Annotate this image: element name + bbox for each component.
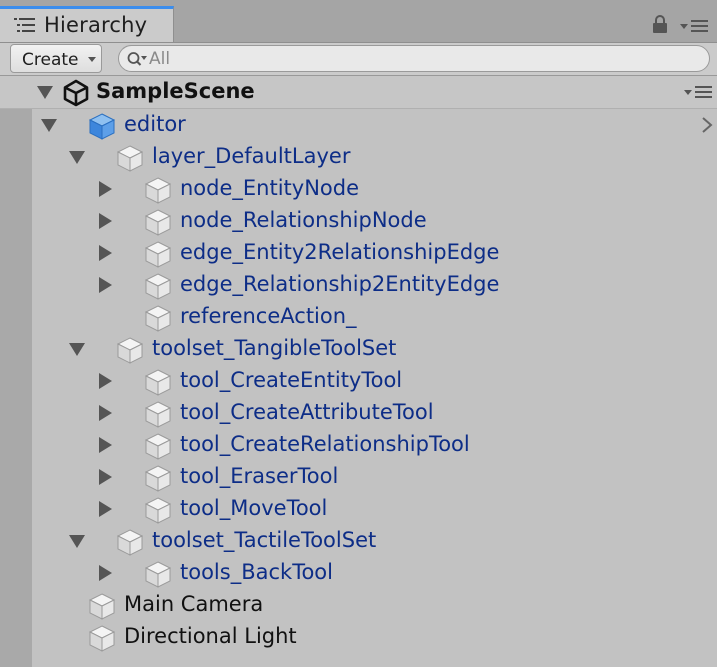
- tree-item-label: node_RelationshipNode: [180, 208, 427, 232]
- tree-item[interactable]: edge_Relationship2EntityEdge: [32, 269, 717, 301]
- indent-gutter: [0, 109, 32, 667]
- foldout-open-icon[interactable]: [69, 343, 85, 356]
- gameobject-cube-icon: [144, 177, 172, 204]
- create-button-label: Create: [22, 50, 79, 70]
- tree-item-label: tool_EraserTool: [180, 464, 339, 488]
- tree-item[interactable]: Directional Light: [32, 621, 717, 653]
- tree-item-label: Main Camera: [124, 592, 264, 616]
- gameobject-cube-icon: [144, 465, 172, 492]
- foldout-closed-icon[interactable]: [99, 181, 112, 197]
- scene-header[interactable]: SampleScene: [0, 76, 717, 109]
- gameobject-cube-icon: [144, 433, 172, 460]
- chevron-right-icon[interactable]: [700, 115, 714, 135]
- tree-item-label: tool_MoveTool: [180, 496, 328, 520]
- foldout-closed-icon[interactable]: [99, 437, 112, 453]
- foldout-open-icon[interactable]: [41, 119, 57, 132]
- create-button[interactable]: Create: [10, 44, 102, 73]
- tree-item[interactable]: tool_CreateAttributeTool: [32, 397, 717, 429]
- gameobject-cube-icon: [116, 337, 144, 364]
- gameobject-cube-icon: [144, 209, 172, 236]
- tree-item[interactable]: tool_MoveTool: [32, 493, 717, 525]
- tree-item-label: referenceAction_: [180, 304, 357, 328]
- tree-item[interactable]: editor: [32, 109, 717, 141]
- tree-item[interactable]: tool_CreateRelationshipTool: [32, 429, 717, 461]
- tab-title: Hierarchy: [44, 13, 148, 37]
- tree-item-label: Directional Light: [124, 624, 297, 648]
- foldout-open-icon[interactable]: [69, 535, 85, 548]
- tree-item[interactable]: Main Camera: [32, 589, 717, 621]
- foldout-closed-icon[interactable]: [99, 277, 112, 293]
- gameobject-cube-icon: [144, 305, 172, 332]
- tree-item-label: tools_BackTool: [180, 560, 333, 584]
- tab-hierarchy[interactable]: Hierarchy: [0, 6, 174, 42]
- hierarchy-tree: editor layer_DefaultLayer node_EntityNod…: [32, 109, 717, 667]
- tree-item-label: node_EntityNode: [180, 176, 360, 200]
- foldout-open-icon[interactable]: [69, 151, 85, 164]
- foldout-closed-icon[interactable]: [99, 245, 112, 261]
- tree-item-label: tool_CreateRelationshipTool: [180, 432, 470, 456]
- tree-item[interactable]: toolset_TactileToolSet: [32, 525, 717, 557]
- toolbar: Create: [0, 43, 717, 76]
- gameobject-cube-icon: [144, 241, 172, 268]
- search-input[interactable]: [149, 48, 689, 69]
- tree-item-label: edge_Relationship2EntityEdge: [180, 272, 500, 296]
- menu-icon[interactable]: [683, 84, 713, 100]
- tree-item-label: edge_Entity2RelationshipEdge: [180, 240, 500, 264]
- tree-item-label: tool_CreateEntityTool: [180, 368, 403, 392]
- foldout-closed-icon[interactable]: [99, 501, 112, 517]
- foldout-closed-icon[interactable]: [99, 565, 112, 581]
- prefab-cube-blue-icon: [88, 113, 116, 140]
- gameobject-cube-icon: [116, 145, 144, 172]
- foldout-closed-icon[interactable]: [99, 373, 112, 389]
- tree-item[interactable]: node_EntityNode: [32, 173, 717, 205]
- list-icon: [14, 18, 35, 32]
- tree-item[interactable]: edge_Entity2RelationshipEdge: [32, 237, 717, 269]
- menu-icon[interactable]: [679, 18, 709, 34]
- gameobject-cube-icon: [116, 529, 144, 556]
- gameobject-cube-icon: [88, 625, 116, 652]
- dropdown-arrow-icon: [88, 57, 96, 62]
- scene-name: SampleScene: [96, 79, 255, 103]
- foldout-closed-icon[interactable]: [99, 405, 112, 421]
- tree-item-label: toolset_TactileToolSet: [152, 528, 377, 552]
- search-field[interactable]: [118, 45, 710, 72]
- tree-item[interactable]: tool_EraserTool: [32, 461, 717, 493]
- gameobject-cube-icon: [144, 497, 172, 524]
- tree-item[interactable]: tool_CreateEntityTool: [32, 365, 717, 397]
- tab-bar: Hierarchy: [0, 0, 717, 43]
- gameobject-cube-icon: [144, 561, 172, 588]
- unity-icon: [63, 79, 89, 107]
- tree-item[interactable]: referenceAction_: [32, 301, 717, 333]
- tree-item-label: editor: [124, 112, 186, 136]
- foldout-closed-icon[interactable]: [99, 469, 112, 485]
- gameobject-cube-icon: [144, 273, 172, 300]
- tree-item[interactable]: toolset_TangibleToolSet: [32, 333, 717, 365]
- gameobject-cube-icon: [144, 401, 172, 428]
- foldout-closed-icon[interactable]: [99, 213, 112, 229]
- gameobject-cube-icon: [144, 369, 172, 396]
- gameobject-cube-icon: [88, 593, 116, 620]
- tree-item-label: toolset_TangibleToolSet: [152, 336, 397, 360]
- lock-icon[interactable]: [652, 14, 668, 34]
- tree-item[interactable]: node_RelationshipNode: [32, 205, 717, 237]
- tree-item[interactable]: tools_BackTool: [32, 557, 717, 589]
- tree-item-label: layer_DefaultLayer: [152, 144, 351, 168]
- tree-item[interactable]: layer_DefaultLayer: [32, 141, 717, 173]
- tree-item-label: tool_CreateAttributeTool: [180, 400, 434, 424]
- foldout-open-icon[interactable]: [37, 86, 53, 99]
